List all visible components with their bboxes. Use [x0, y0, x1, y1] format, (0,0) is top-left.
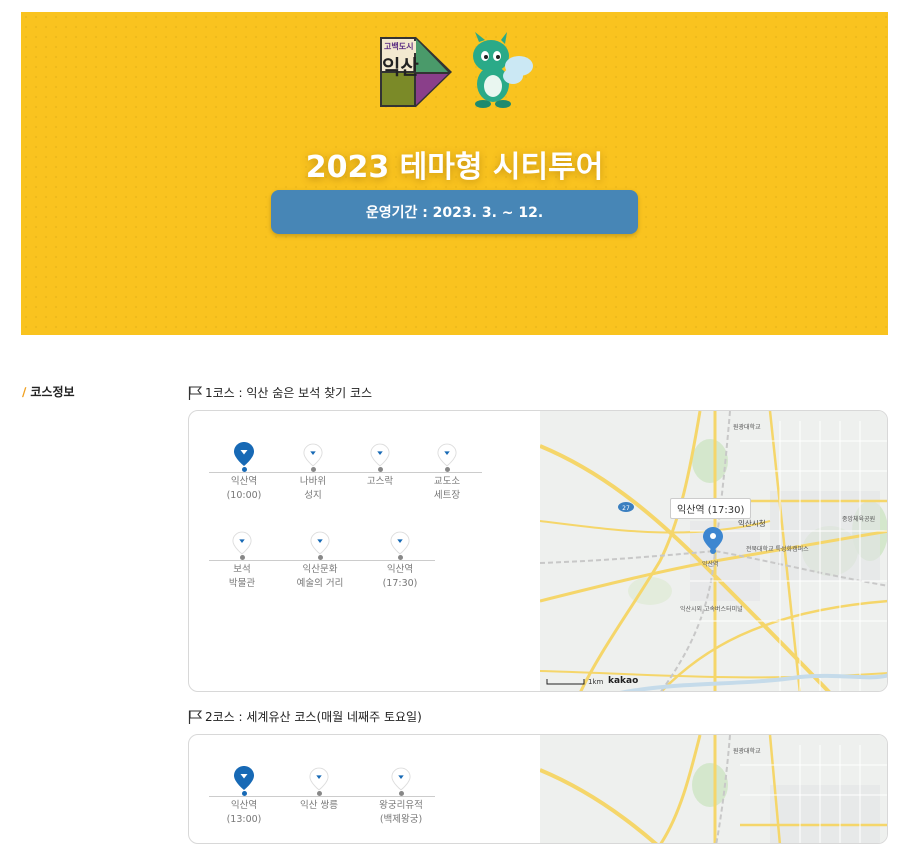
- location-pin-icon: [303, 443, 323, 467]
- map-place-label: 익산시외 고속버스터미널: [680, 605, 743, 613]
- location-pin-icon: [391, 767, 411, 791]
- stop-dot: [444, 467, 450, 472]
- route-stop[interactable]: 익산역 (10:00): [208, 441, 280, 503]
- map-canvas: 원광대학교: [540, 735, 887, 843]
- stop-label: 익산역 (10:00): [226, 476, 262, 501]
- map-place-label: 중앙체육공원: [842, 515, 875, 523]
- mascot-image: [461, 32, 537, 112]
- stop-label: 고스락: [366, 476, 394, 487]
- map-marker-tooltip: 익산역 (17:30): [670, 498, 752, 519]
- map-brand-logo: kakao: [608, 676, 639, 686]
- stop-dot: [239, 555, 245, 560]
- slash-icon: ∕: [22, 384, 27, 399]
- stop-label: 교도소 세트장: [433, 476, 461, 501]
- stop-label: 익산역 (13:00): [226, 800, 262, 825]
- route-stop[interactable]: 교도소 세트장: [411, 443, 483, 503]
- map-scale-bar: [546, 679, 585, 685]
- course-2-map[interactable]: 원광대학교: [540, 735, 887, 843]
- route-stop[interactable]: 나바위 성지: [277, 443, 349, 503]
- stop-dot: [241, 791, 247, 796]
- route-stop[interactable]: 익산역 (17:30): [364, 531, 436, 591]
- course-1-card: 익산역 (10:00) 나바위 성지 고스락 교도소 세트장 보석 박물관 익산…: [188, 410, 888, 692]
- page-title: 2023 테마형 시티투어: [305, 150, 604, 185]
- map-canvas: 27 원광대학교 익산시청 중앙체육공원 전북대학교 특성화캠퍼스 익산역 익산…: [540, 411, 887, 691]
- location-pin-icon: [437, 443, 457, 467]
- stop-label: 왕궁리유적 (백제왕궁): [379, 800, 423, 825]
- stop-label: 나바위 성지: [299, 476, 327, 501]
- route-stop[interactable]: 익산역 (13:00): [208, 765, 280, 827]
- course-1-title: 1코스 : 익산 숨은 보석 찾기 코스: [188, 384, 372, 401]
- route-stop[interactable]: 왕궁리유적 (백제왕궁): [365, 767, 437, 827]
- location-pin-icon: [310, 531, 330, 555]
- flag-icon: [188, 385, 202, 400]
- stop-dot: [377, 467, 383, 472]
- course-2-card: 익산역 (13:00) 익산 쌍릉 왕궁리유적 (백제왕궁) 원광대학교: [188, 734, 888, 844]
- city-logo: 고백도시 익산: [378, 35, 452, 109]
- map-place-label: 익산시청: [738, 518, 766, 528]
- section-label: ∕ 코스정보: [22, 383, 75, 400]
- stop-dot: [310, 467, 316, 472]
- stop-dot: [397, 555, 403, 560]
- stop-dot: [316, 791, 322, 796]
- location-pin-icon: [370, 443, 390, 467]
- course-1-map[interactable]: 27 원광대학교 익산시청 중앙체육공원 전북대학교 특성화캠퍼스 익산역 익산…: [540, 411, 887, 691]
- route-stop[interactable]: 고스락: [344, 443, 416, 489]
- map-scale-label: 1km: [588, 678, 604, 686]
- location-pin-icon: [234, 766, 254, 790]
- stop-label: 익산문화 예술의 거리: [296, 564, 344, 589]
- map-place-label: 원광대학교: [733, 423, 761, 431]
- operation-period-badge: 운영기간 : 2023. 3. ~ 12.: [271, 190, 638, 234]
- map-place-label: 전북대학교 특성화캠퍼스: [746, 545, 809, 553]
- map-place-label: 원광대학교: [733, 747, 761, 755]
- map-place-label: 익산역: [702, 560, 719, 568]
- route-stop[interactable]: 보석 박물관: [206, 531, 278, 591]
- location-pin-icon: [390, 531, 410, 555]
- svg-text:27: 27: [622, 505, 630, 512]
- course-2-title-text: 2코스 : 세계유산 코스(매월 네째주 토요일): [205, 710, 422, 724]
- hero-banner: 고백도시 익산 2023 테마형 시티투어 운영기간 : 2023. 3. ~ …: [21, 12, 888, 335]
- stop-dot: [317, 555, 323, 560]
- stop-label: 익산역 (17:30): [382, 564, 418, 589]
- stop-dot: [241, 467, 247, 472]
- stop-label: 보석 박물관: [228, 564, 256, 589]
- course-1-title-text: 1코스 : 익산 숨은 보석 찾기 코스: [205, 386, 373, 400]
- location-pin-icon: [232, 531, 252, 555]
- location-pin-icon: [309, 767, 329, 791]
- section-label-text: 코스정보: [30, 385, 75, 399]
- course-2-title: 2코스 : 세계유산 코스(매월 네째주 토요일): [188, 708, 422, 725]
- flag-icon: [188, 709, 202, 724]
- logo-big-text: 익산: [382, 55, 419, 79]
- route-stop[interactable]: 익산 쌍릉: [283, 767, 355, 813]
- stop-dot: [398, 791, 404, 796]
- route-stop[interactable]: 익산문화 예술의 거리: [284, 531, 356, 591]
- stop-label: 익산 쌍릉: [300, 800, 338, 811]
- location-pin-icon: [234, 442, 254, 466]
